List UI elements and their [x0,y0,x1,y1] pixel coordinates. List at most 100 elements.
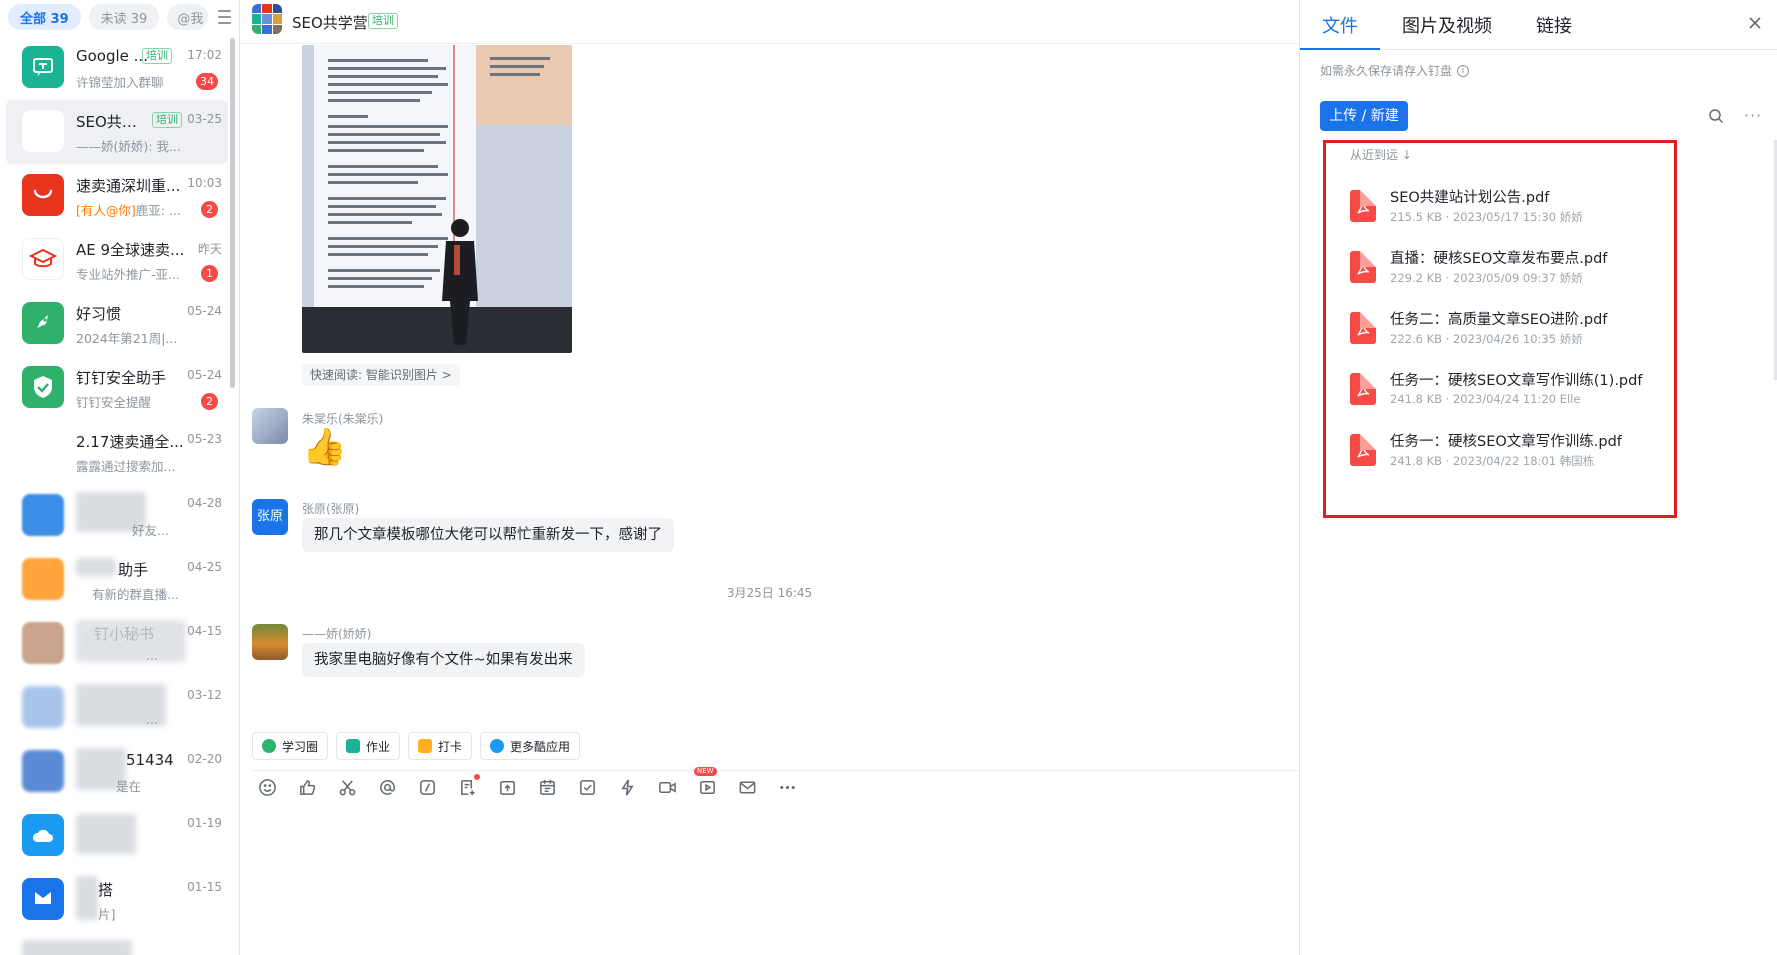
upload-new-button[interactable]: 上传 / 新建 [1320,101,1408,131]
tab-links[interactable]: 链接 [1536,12,1572,38]
user-avatar[interactable]: 张原 [252,499,288,535]
book-icon [346,739,361,753]
conversation-item[interactable]: 速卖通深圳重... 10:03 [有人@你]鹿亚: ... 2 [6,164,228,228]
aliexpress-icon [22,174,64,216]
conversation-name: 2.17速卖通全... [76,433,184,451]
filter-unread[interactable]: 未读 39 [88,4,160,30]
sort-order-toggle[interactable]: 从近到远 ↓ [1350,146,1412,163]
blurred-region [76,558,116,576]
conversation-item[interactable]: 51434 02-20 是在 [6,740,228,804]
blurred-region [76,814,136,854]
conversation-scrollbar[interactable] [230,38,235,388]
file-name: SEO共建站计划公告.pdf [1390,190,1550,206]
conversation-item[interactable]: 钉钉安全助手 05-24 钉钉安全提醒 2 [6,356,228,420]
task-add-icon[interactable] [456,773,480,799]
file-name: 任务一：硬核SEO文章写作训练(1).pdf [1390,373,1643,389]
chat-area: SEO共学营 培训 快速阅读: 智能识别图片 > 朱棠乐(朱棠乐) 👍 张原 张… [240,0,1299,955]
file-meta: 222.6 KB · 2023/04/26 10:35 娇娇 [1390,332,1583,346]
dingtalk-window: 全部 39 未读 39 @我 Google ... 培训 17:02 许锦莹加入… [0,0,1777,955]
conversation-preview: 露露通过搜索加... [76,459,176,474]
todo-check-icon[interactable] [576,777,598,799]
group-avatar [22,110,64,152]
user-avatar[interactable] [252,408,288,444]
pdf-file-icon [1350,190,1376,222]
file-item[interactable]: 任务一：硬核SEO文章写作训练.pdf 241.8 KB · 2023/04/2… [1350,426,1670,474]
conversation-item[interactable]: 钉小秘书 04-15 ... [6,612,228,676]
calendar-icon[interactable] [536,777,558,799]
recycle-icon [262,739,276,753]
user-avatar[interactable] [252,624,288,660]
cloud-icon [22,814,64,856]
scissors-icon[interactable] [336,777,358,799]
conversation-item[interactable]: Google ... 培训 17:02 许锦莹加入群聊 34 [6,36,228,100]
conversation-preview: 许锦莹加入群聊 [76,75,164,90]
thumbs-up-icon[interactable] [296,777,318,799]
message-bubble[interactable]: 我家里电脑好像有个文件~如果有发出来 [302,643,585,677]
pdf-file-icon [1350,434,1376,466]
more-options-icon[interactable]: ··· [1744,106,1762,125]
conversation-preview: 是在 [116,779,142,794]
upload-file-icon[interactable] [496,777,518,799]
conversation-item[interactable]: 01-19 [6,804,228,868]
file-item[interactable]: 任务一：硬核SEO文章写作训练(1).pdf 241.8 KB · 2023/0… [1350,365,1670,413]
conversation-item-active[interactable]: SEO共学营 培训 03-25 ——娇(娇娇): 我... [6,100,228,164]
video-call-icon[interactable] [656,777,678,799]
tab-files[interactable]: 文件 [1322,12,1358,38]
more-apps-button[interactable]: 更多酷应用 [480,732,581,760]
conversation-preview: ... [146,648,158,663]
emoji-icon[interactable] [256,777,278,799]
lightning-icon[interactable] [616,777,638,799]
contact-avatar [22,750,64,792]
contact-avatar [22,686,64,728]
conversation-time: 05-24 [187,368,222,382]
menu-icon[interactable] [217,10,231,24]
tab-images-videos[interactable]: 图片及视频 [1402,12,1492,38]
training-tag: 培训 [368,13,398,29]
chat-title[interactable]: SEO共学营 [292,12,368,33]
learning-circle-button[interactable]: 学习圈 [252,732,329,760]
conversation-preview: 专业站外推广-亚... [76,267,180,282]
more-options-icon[interactable] [776,777,798,799]
conversation-item[interactable]: 好习惯 05-24 2024年第21周|... [6,292,228,356]
training-tag: 培训 [152,112,182,128]
slash-command-icon[interactable] [416,777,438,799]
panel-tabs: 文件 图片及视频 链接 [1300,0,1777,50]
conversation-item[interactable]: 2.17速卖通全... 05-23 露露通过搜索加... [6,420,228,484]
mention-label: [有人@你] [76,203,136,218]
group-avatar[interactable] [252,4,282,34]
close-icon[interactable] [1746,14,1764,32]
conversation-item[interactable]: AE 9全球速卖... 昨天 专业站外推广-亚... 1 [6,228,228,292]
file-item[interactable]: 任务二：高质量文章SEO进阶.pdf 222.6 KB · 2023/04/26… [1350,304,1670,352]
at-icon[interactable] [376,777,398,799]
check-in-button[interactable]: 打卡 [408,732,473,760]
filter-all[interactable]: 全部 39 [8,4,81,30]
mail-icon[interactable] [736,777,758,799]
conversation-name: 51434 [126,751,174,769]
app-label: 更多酷应用 [510,739,571,754]
conversation-item[interactable]: 助手 04-25 有新的群直播... [6,548,228,612]
conversation-item[interactable]: 03-12 ... [6,676,228,740]
cool-apps-row: 学习圈 作业 打卡 更多酷应用 [252,732,581,760]
info-icon[interactable]: i [1457,64,1470,77]
message-bubble[interactable]: 那几个文章模板哪位大佬可以帮忙重新发一下，感谢了 [302,518,674,552]
unread-badge: 2 [201,393,218,410]
file-meta: 241.8 KB · 2023/04/24 11:20 Elle [1390,392,1581,406]
thumbs-up-sticker[interactable]: 👍 [302,428,347,468]
conversation-item[interactable] [6,932,228,955]
search-icon[interactable] [1708,108,1724,124]
conversation-sidebar: 全部 39 未读 39 @我 Google ... 培训 17:02 许锦莹加入… [0,0,240,955]
file-item[interactable]: 直播：硬核SEO文章发布要点.pdf 229.2 KB · 2023/05/09… [1350,243,1670,291]
live-stream-icon[interactable]: NEW [694,766,718,799]
filter-at-me[interactable]: @我 [167,4,208,30]
conversation-time: 17:02 [187,48,222,62]
conversation-item[interactable]: 搭 01-15 片] [6,868,228,932]
unread-badge: 2 [201,201,218,218]
file-item[interactable]: SEO共建站计划公告.pdf 215.5 KB · 2023/05/17 15:… [1350,182,1670,230]
conversation-time: 03-12 [187,688,222,702]
quick-read-link[interactable]: 快速阅读: 智能识别图片 > [302,364,460,386]
homework-button[interactable]: 作业 [336,732,401,760]
shared-photo[interactable] [302,45,572,353]
conversation-item[interactable]: 好友 04-28 好友... [6,484,228,548]
file-meta: 215.5 KB · 2023/05/17 15:30 娇娇 [1390,210,1583,224]
hint-text: 如需永久保存请存入钉盘 [1320,64,1453,78]
